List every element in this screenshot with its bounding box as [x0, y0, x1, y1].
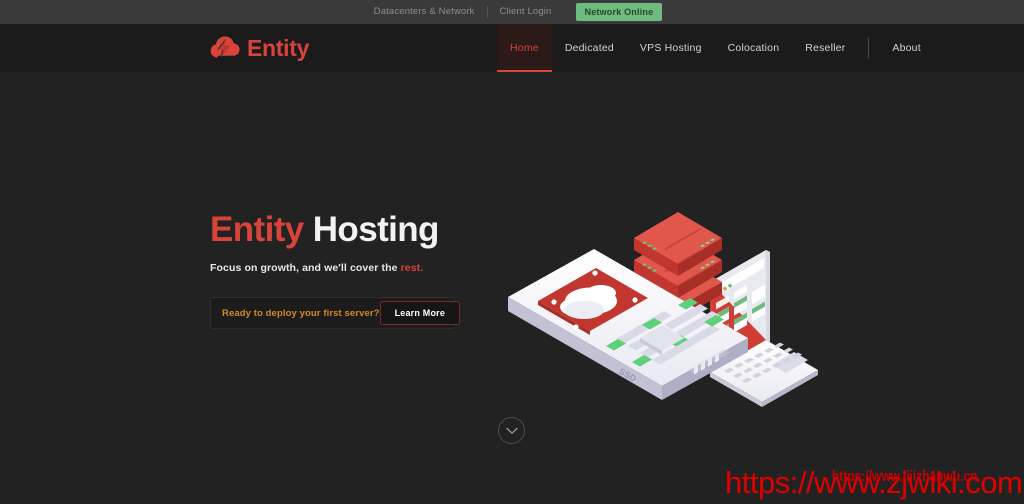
hero-subtitle-prefix: Focus on growth, and we'll cover the — [210, 261, 401, 274]
nav-item-about[interactable]: About — [879, 24, 933, 72]
network-status-badge[interactable]: Network Online — [575, 3, 663, 21]
hero-subtitle: Focus on growth, and we'll cover the res… — [210, 262, 510, 274]
hero-illustration: SSD — [498, 197, 838, 422]
cta-banner: Ready to deploy your first server? Learn… — [210, 297, 461, 329]
nav-item-home[interactable]: Home — [497, 24, 552, 72]
chevron-down-icon — [505, 427, 518, 435]
nav-item-dedicated[interactable]: Dedicated — [552, 24, 627, 72]
logo[interactable]: Entity — [210, 24, 309, 72]
hero-copy: Entity Hosting Focus on growth, and we'l… — [210, 210, 510, 274]
hero-subtitle-accent: rest. — [400, 261, 424, 274]
cta-prompt-text: Ready to deploy your first server? — [222, 307, 380, 319]
nav-item-colocation[interactable]: Colocation — [715, 24, 793, 72]
top-link-datacenters[interactable]: Datacenters & Network — [362, 0, 487, 24]
landing-page: Datacenters & Network Client Login Netwo… — [0, 0, 1024, 504]
nav-divider — [868, 38, 870, 58]
hero-section: Entity Hosting Focus on growth, and we'l… — [0, 72, 1024, 504]
site-header: Entity Home Dedicated VPS Hosting Coloca… — [0, 24, 1024, 72]
hero-title-accent: Entity — [210, 210, 304, 249]
main-navigation: Home Dedicated VPS Hosting Colocation Re… — [497, 24, 934, 72]
learn-more-button[interactable]: Learn More — [379, 301, 461, 325]
top-link-client-login[interactable]: Client Login — [488, 0, 564, 24]
hero-title-rest: Hosting — [303, 210, 440, 249]
hero-title: Entity Hosting — [210, 210, 510, 249]
nav-item-vps-hosting[interactable]: VPS Hosting — [627, 24, 715, 72]
logo-text: Entity — [247, 34, 310, 61]
top-utility-bar: Datacenters & Network Client Login Netwo… — [0, 0, 1024, 24]
scroll-down-button[interactable] — [498, 417, 525, 444]
top-utility-bar-inner: Datacenters & Network Client Login Netwo… — [362, 0, 663, 24]
cloud-bolt-icon — [210, 35, 240, 61]
nav-item-reseller[interactable]: Reseller — [792, 24, 858, 72]
watermark-secondary: https://www.lijizhanwu.cn — [832, 468, 978, 485]
